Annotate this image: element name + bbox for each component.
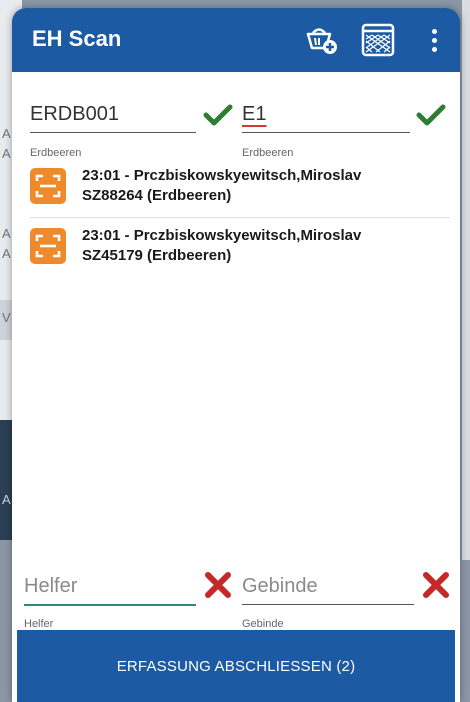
helper-input[interactable]: Helfer xyxy=(24,572,196,600)
location-field[interactable]: E1 Erdbeeren xyxy=(242,100,410,159)
more-button[interactable] xyxy=(414,18,454,62)
net-icon xyxy=(361,23,395,57)
scan-icon xyxy=(30,228,66,264)
container-field[interactable]: Gebinde Gebinde xyxy=(242,572,414,630)
list-item[interactable]: 23:01 - Prczbiskowskyewitsch,Miroslav SZ… xyxy=(30,226,450,266)
cross-icon xyxy=(420,569,452,601)
location-input[interactable]: E1 xyxy=(242,100,410,128)
app-title: EH Scan xyxy=(32,26,122,51)
location-value: E1 xyxy=(242,103,267,125)
cross-icon xyxy=(202,569,234,601)
background-letter: V xyxy=(2,310,11,325)
background-sheet-right xyxy=(462,0,470,560)
scan-icon xyxy=(30,168,66,204)
batch-input[interactable]: ERDB001 xyxy=(30,100,196,128)
location-underline xyxy=(242,132,410,133)
background-letter: A xyxy=(2,126,11,141)
batch-underline xyxy=(30,132,196,133)
list-divider xyxy=(30,217,450,218)
background-letter: A xyxy=(2,226,11,241)
background-letter: A xyxy=(2,492,11,507)
container-caption: Gebinde xyxy=(242,618,284,630)
basket-add-button[interactable] xyxy=(300,18,344,62)
app-bar: EH Scan xyxy=(12,8,460,72)
list-item[interactable]: 23:01 - Prczbiskowskyewitsch,Miroslav SZ… xyxy=(30,166,450,206)
net-button[interactable] xyxy=(356,18,400,62)
location-caption: Erdbeeren xyxy=(242,147,294,159)
finish-capture-button[interactable]: ERFASSUNG ABSCHLIESSEN (2) xyxy=(17,630,455,702)
background-letter: A xyxy=(2,146,11,161)
background-letter: A xyxy=(2,246,11,261)
helper-underline xyxy=(24,604,196,606)
entry-text: 23:01 - Prczbiskowskyewitsch,Miroslav SZ… xyxy=(82,166,361,206)
check-icon xyxy=(202,99,234,131)
container-underline xyxy=(242,604,414,605)
basket-add-icon xyxy=(306,28,337,54)
helper-field[interactable]: Helfer Helfer xyxy=(24,572,196,630)
batch-field[interactable]: ERDB001 Erdbeeren xyxy=(30,100,196,159)
helper-caption: Helfer xyxy=(24,618,54,630)
check-icon xyxy=(415,99,447,131)
scan-dialog: EH Scan ERDB001 Erdbeeren E1 Erdbeeren 2… xyxy=(12,8,460,702)
entry-title: 23:01 - Prczbiskowskyewitsch,Miroslav xyxy=(82,167,362,184)
entry-text: 23:01 - Prczbiskowskyewitsch,Miroslav SZ… xyxy=(82,226,361,266)
entry-subtitle: SZ88264 (Erdbeeren) xyxy=(82,187,232,204)
entry-title: 23:01 - Prczbiskowskyewitsch,Miroslav xyxy=(82,227,362,244)
more-vert-icon xyxy=(431,28,437,52)
entry-subtitle: SZ45179 (Erdbeeren) xyxy=(82,247,232,264)
container-input[interactable]: Gebinde xyxy=(242,572,414,600)
batch-caption: Erdbeeren xyxy=(30,147,82,159)
